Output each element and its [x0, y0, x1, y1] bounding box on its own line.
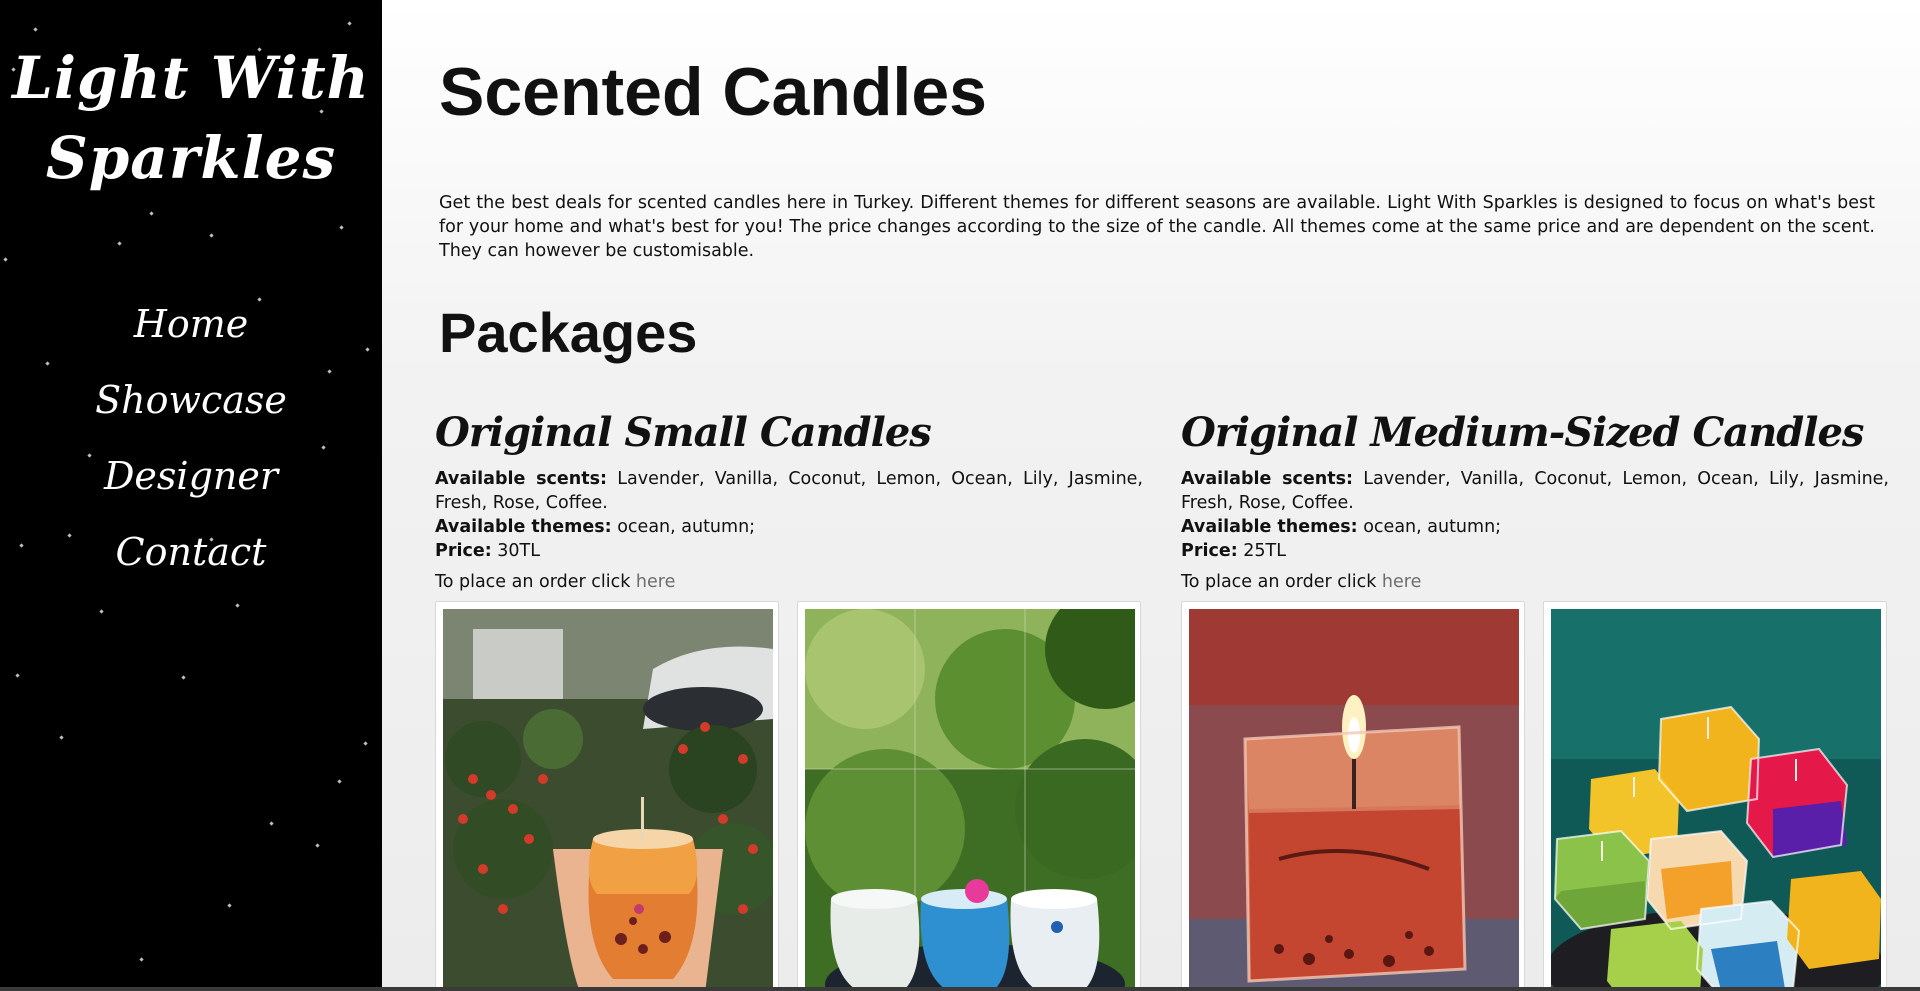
packages-heading: Packages: [439, 301, 698, 364]
package-gallery: [435, 601, 1143, 991]
candle-photo-colorful-cubes: [1551, 609, 1881, 991]
package-small-candles: Original Small Candles Available scents:…: [435, 405, 1143, 991]
package-themes: Available themes: ocean, autumn;: [435, 515, 1143, 539]
themes-label: Available themes:: [435, 517, 612, 537]
price-label: Price:: [1181, 541, 1238, 561]
package-price: Price: 30TL: [435, 539, 1143, 563]
order-here-link[interactable]: here: [636, 572, 675, 592]
intro-paragraph: Get the best deals for scented candles h…: [439, 193, 1875, 261]
package-themes: Available themes: ocean, autumn;: [1181, 515, 1889, 539]
order-text: To place an order click: [1181, 572, 1377, 592]
themes-label: Available themes:: [1181, 517, 1358, 537]
candle-photo-hand-held: [443, 609, 773, 991]
site-logo[interactable]: Light With Sparkles: [0, 38, 382, 198]
sidebar: Light With Sparkles Home Showcase Design…: [0, 0, 382, 991]
package-scents: Available scents: Lavender, Vanilla, Coc…: [1181, 467, 1889, 515]
package-title: Original Medium-Sized Candles: [1181, 409, 1864, 456]
package-scents: Available scents: Lavender, Vanilla, Coc…: [435, 467, 1143, 515]
scents-label: Available scents:: [1181, 469, 1353, 489]
bottom-edge-bar: [0, 987, 1920, 991]
candle-photo-card[interactable]: [1543, 601, 1887, 991]
order-line: To place an order click here: [1181, 570, 1889, 594]
package-details: Available scents: Lavender, Vanilla, Coc…: [435, 467, 1143, 594]
candle-photo-card[interactable]: [1181, 601, 1525, 991]
package-price: Price: 25TL: [1181, 539, 1889, 563]
package-gallery: [1181, 601, 1889, 991]
nav-contact-link[interactable]: Contact: [0, 520, 382, 596]
nav-designer-link[interactable]: Designer: [0, 444, 382, 520]
nav-showcase-link[interactable]: Showcase: [0, 368, 382, 444]
page-title: Scented Candles: [439, 54, 987, 130]
main-navigation: Home Showcase Designer Contact: [0, 292, 382, 596]
package-title: Original Small Candles: [435, 409, 932, 456]
nav-home-link[interactable]: Home: [0, 292, 382, 368]
candle-photo-lit-square: [1189, 609, 1519, 991]
scents-label: Available scents:: [435, 469, 607, 489]
logo-line-2: Sparkles: [45, 124, 337, 192]
order-text: To place an order click: [435, 572, 631, 592]
order-line: To place an order click here: [435, 570, 1143, 594]
main-content: Scented Candles Get the best deals for s…: [382, 0, 1920, 991]
themes-value: ocean, autumn;: [1363, 517, 1502, 537]
order-here-link[interactable]: here: [1382, 572, 1421, 592]
package-medium-candles: Original Medium-Sized Candles Available …: [1181, 405, 1889, 991]
logo-line-1: Light With: [12, 44, 370, 112]
package-details: Available scents: Lavender, Vanilla, Coc…: [1181, 467, 1889, 594]
price-label: Price:: [435, 541, 492, 561]
price-value: 25TL: [1243, 541, 1286, 561]
price-value: 30TL: [497, 541, 540, 561]
themes-value: ocean, autumn;: [617, 517, 756, 537]
candle-photo-three-glasses: [805, 609, 1135, 991]
candle-photo-card[interactable]: [797, 601, 1141, 991]
candle-photo-card[interactable]: [435, 601, 779, 991]
